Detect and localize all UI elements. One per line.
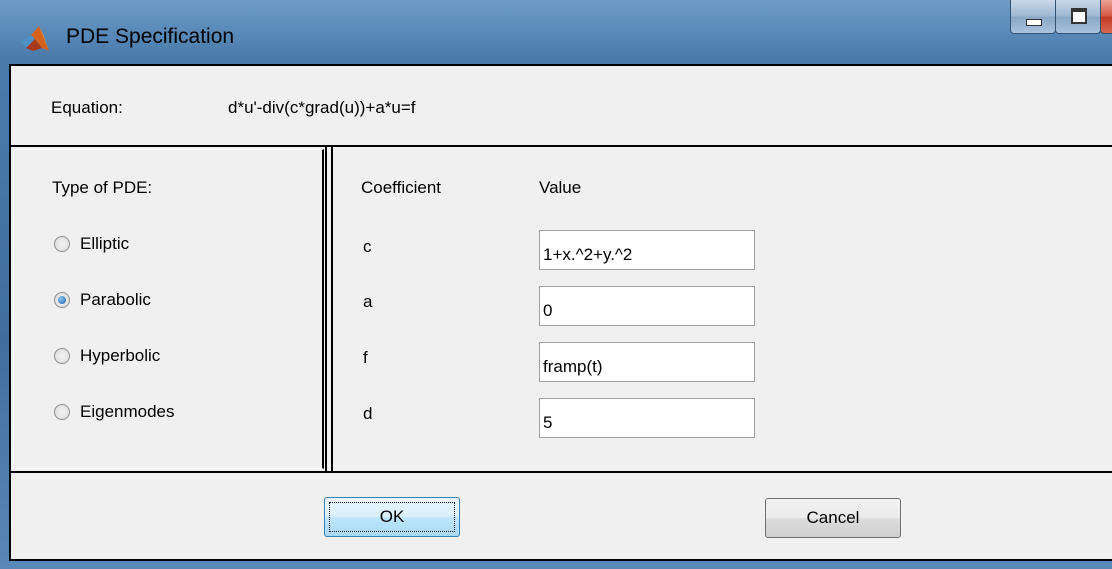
coefficient-value-c[interactable] xyxy=(539,230,755,270)
radio-elliptic[interactable]: Elliptic xyxy=(54,234,129,254)
pde-type-title: Type of PDE: xyxy=(52,178,153,197)
minimize-button[interactable] xyxy=(1010,0,1056,34)
radio-label-hyperbolic: Hyperbolic xyxy=(80,346,161,365)
radio-button-selected-icon[interactable] xyxy=(54,292,70,308)
coefficient-name-f: f xyxy=(363,348,368,367)
radio-label-eigenmodes: Eigenmodes xyxy=(80,402,175,421)
radio-hyperbolic[interactable]: Hyperbolic xyxy=(54,346,160,366)
dialog-body: Equation: d*u'-div(c*grad(u))+a*u=f Type… xyxy=(9,64,1112,561)
cancel-button-label: Cancel xyxy=(806,508,860,527)
minimize-icon xyxy=(1026,19,1042,26)
cancel-button[interactable]: Cancel xyxy=(765,498,901,538)
coefficient-value-f[interactable] xyxy=(539,342,755,382)
equation-label: Equation: xyxy=(51,98,123,117)
coefficient-panel: Coefficient Value c a f d xyxy=(331,145,1112,471)
pde-type-group: Type of PDE: Elliptic Parabolic Hyperbol… xyxy=(13,149,324,469)
coefficient-name-c: c xyxy=(363,237,372,256)
coefficient-name-d: d xyxy=(363,404,373,423)
ok-button[interactable]: OK xyxy=(324,497,460,537)
pde-type-panel: Type of PDE: Elliptic Parabolic Hyperbol… xyxy=(11,145,327,471)
button-row: OK Cancel xyxy=(11,471,1112,563)
maximize-icon xyxy=(1071,8,1087,24)
window-controls xyxy=(1010,0,1112,34)
radio-button-icon[interactable] xyxy=(54,348,70,364)
coefficient-value-d[interactable] xyxy=(539,398,755,438)
radio-eigenmodes[interactable]: Eigenmodes xyxy=(54,402,175,422)
value-header: Value xyxy=(539,178,582,197)
window-frame: PDE Specification Equation: d*u'-div(c*g… xyxy=(0,0,1112,569)
title-bar[interactable]: PDE Specification xyxy=(0,0,1112,64)
radio-label-elliptic: Elliptic xyxy=(80,234,130,253)
radio-label-parabolic: Parabolic xyxy=(80,290,151,309)
equation-value: d*u'-div(c*grad(u))+a*u=f xyxy=(228,98,416,117)
coefficient-header: Coefficient xyxy=(361,178,442,197)
close-button[interactable] xyxy=(1100,0,1112,34)
window-title: PDE Specification xyxy=(66,25,235,48)
maximize-button[interactable] xyxy=(1055,0,1101,34)
focus-rectangle xyxy=(329,502,455,532)
radio-button-icon[interactable] xyxy=(54,404,70,420)
equation-row: Equation: d*u'-div(c*grad(u))+a*u=f xyxy=(11,66,1112,147)
coefficient-value-a[interactable] xyxy=(539,286,755,326)
matlab-logo-icon xyxy=(21,26,49,51)
radio-button-icon[interactable] xyxy=(54,236,70,252)
coefficient-name-a: a xyxy=(363,292,373,311)
radio-parabolic[interactable]: Parabolic xyxy=(54,290,151,310)
